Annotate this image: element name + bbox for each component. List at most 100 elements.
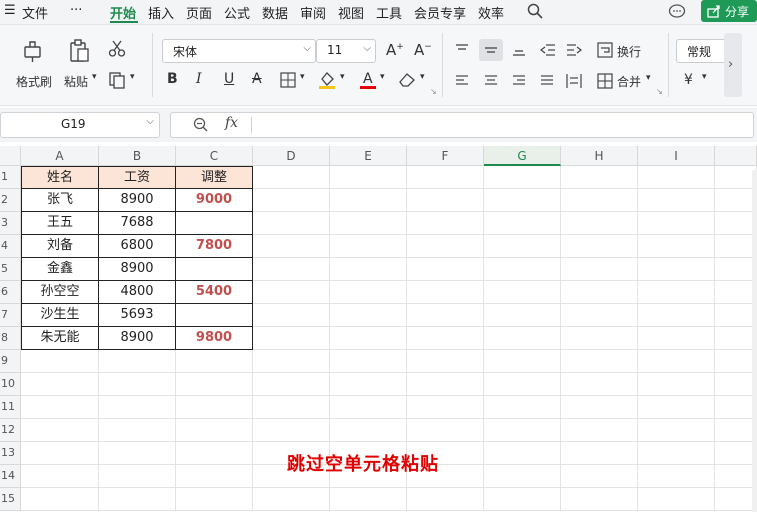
align-left-icon[interactable] <box>455 74 469 88</box>
cell[interactable] <box>99 373 176 396</box>
cell[interactable] <box>715 488 757 511</box>
table-cell[interactable] <box>176 304 253 327</box>
currency-icon[interactable]: ¥ <box>684 72 693 88</box>
decrease-font-icon[interactable]: A− <box>414 41 432 59</box>
table-cell[interactable]: 5693 <box>99 304 176 327</box>
zoom-icon[interactable] <box>193 117 209 133</box>
cell[interactable] <box>21 396 99 419</box>
cell[interactable] <box>330 258 407 281</box>
tab-member[interactable]: 会员专享 <box>414 3 466 22</box>
copy-dropdown-icon[interactable]: ▾ <box>130 72 135 82</box>
increase-indent-icon[interactable] <box>566 43 582 57</box>
row-header-4[interactable]: 4 <box>0 235 21 258</box>
cell[interactable] <box>21 465 99 488</box>
cell[interactable] <box>561 212 638 235</box>
cell[interactable] <box>484 212 561 235</box>
cell[interactable] <box>561 327 638 350</box>
wrap-text-icon[interactable] <box>597 42 613 58</box>
fill-dropdown-icon[interactable]: ▾ <box>340 72 345 82</box>
table-cell[interactable]: 刘备 <box>21 235 99 258</box>
column-header-a[interactable]: A <box>21 146 99 166</box>
fill-color-icon[interactable] <box>318 70 336 90</box>
cell[interactable] <box>21 488 99 511</box>
cell[interactable] <box>330 281 407 304</box>
distributed-align-icon[interactable] <box>566 73 582 89</box>
font-name-select[interactable]: 宋体 ⌵ <box>162 39 316 63</box>
cell[interactable] <box>253 212 330 235</box>
cell[interactable] <box>561 396 638 419</box>
paste-dropdown-icon[interactable]: ▾ <box>92 72 97 82</box>
bold-icon[interactable]: B <box>167 71 178 87</box>
clear-dropdown-icon[interactable]: ▾ <box>420 72 425 82</box>
cell[interactable] <box>253 373 330 396</box>
cell[interactable] <box>484 166 561 189</box>
more-icon[interactable]: ··· <box>70 3 82 18</box>
cell[interactable] <box>484 373 561 396</box>
cell[interactable] <box>484 465 561 488</box>
cell[interactable] <box>253 419 330 442</box>
cell[interactable] <box>638 258 715 281</box>
cell[interactable] <box>638 281 715 304</box>
cell[interactable] <box>638 327 715 350</box>
decrease-indent-icon[interactable] <box>540 43 556 57</box>
cell[interactable] <box>638 166 715 189</box>
cell[interactable] <box>407 235 484 258</box>
cell[interactable] <box>99 488 176 511</box>
cell[interactable] <box>638 235 715 258</box>
row-header-2[interactable]: 2 <box>0 189 21 212</box>
format-painter-icon[interactable] <box>22 39 44 63</box>
cell[interactable] <box>407 189 484 212</box>
header-cell[interactable]: 工资 <box>99 166 176 189</box>
align-right-icon[interactable] <box>512 74 526 88</box>
cell[interactable] <box>715 442 757 465</box>
cell[interactable] <box>253 235 330 258</box>
share-button[interactable]: 分享 <box>701 0 757 22</box>
cell[interactable] <box>561 350 638 373</box>
cell[interactable] <box>561 419 638 442</box>
cell[interactable] <box>715 281 757 304</box>
cell[interactable] <box>715 304 757 327</box>
cell[interactable] <box>330 373 407 396</box>
cell[interactable] <box>407 258 484 281</box>
tab-tools[interactable]: 工具 <box>376 3 402 22</box>
italic-icon[interactable]: I <box>196 71 202 87</box>
cell[interactable] <box>715 189 757 212</box>
cell[interactable] <box>21 419 99 442</box>
search-icon[interactable] <box>527 3 543 19</box>
tab-view[interactable]: 视图 <box>338 3 364 22</box>
merge-dropdown-icon[interactable]: ▾ <box>646 73 651 83</box>
select-all-corner[interactable] <box>0 146 21 166</box>
cell[interactable] <box>484 419 561 442</box>
table-cell[interactable]: 7688 <box>99 212 176 235</box>
table-cell[interactable]: 7800 <box>176 235 253 258</box>
cell[interactable] <box>330 304 407 327</box>
cell[interactable] <box>561 258 638 281</box>
tab-data[interactable]: 数据 <box>262 3 288 22</box>
number-format-select[interactable]: 常规 <box>676 39 728 63</box>
cell[interactable] <box>715 350 757 373</box>
cell[interactable] <box>484 304 561 327</box>
row-header-6[interactable]: 6 <box>0 281 21 304</box>
font-size-select[interactable]: 11 ⌵ <box>316 39 376 63</box>
fx-icon[interactable]: fx <box>225 115 238 131</box>
cell[interactable] <box>715 235 757 258</box>
table-cell[interactable]: 张飞 <box>21 189 99 212</box>
cell[interactable] <box>484 396 561 419</box>
dialog-launcher-icon[interactable]: ↘ <box>656 87 663 96</box>
column-header-d[interactable]: D <box>253 146 330 166</box>
table-cell[interactable]: 孙空空 <box>21 281 99 304</box>
cell[interactable] <box>99 419 176 442</box>
row-header-14[interactable]: 14 <box>0 465 21 488</box>
cell[interactable] <box>561 281 638 304</box>
table-cell[interactable] <box>176 212 253 235</box>
cell[interactable] <box>715 327 757 350</box>
cell[interactable] <box>561 304 638 327</box>
cell[interactable] <box>407 396 484 419</box>
tab-efficiency[interactable]: 效率 <box>478 3 504 22</box>
column-header-i[interactable]: I <box>638 146 715 166</box>
cell[interactable] <box>407 304 484 327</box>
cell[interactable] <box>253 304 330 327</box>
cell[interactable] <box>407 281 484 304</box>
cell[interactable] <box>561 189 638 212</box>
cell[interactable] <box>638 396 715 419</box>
